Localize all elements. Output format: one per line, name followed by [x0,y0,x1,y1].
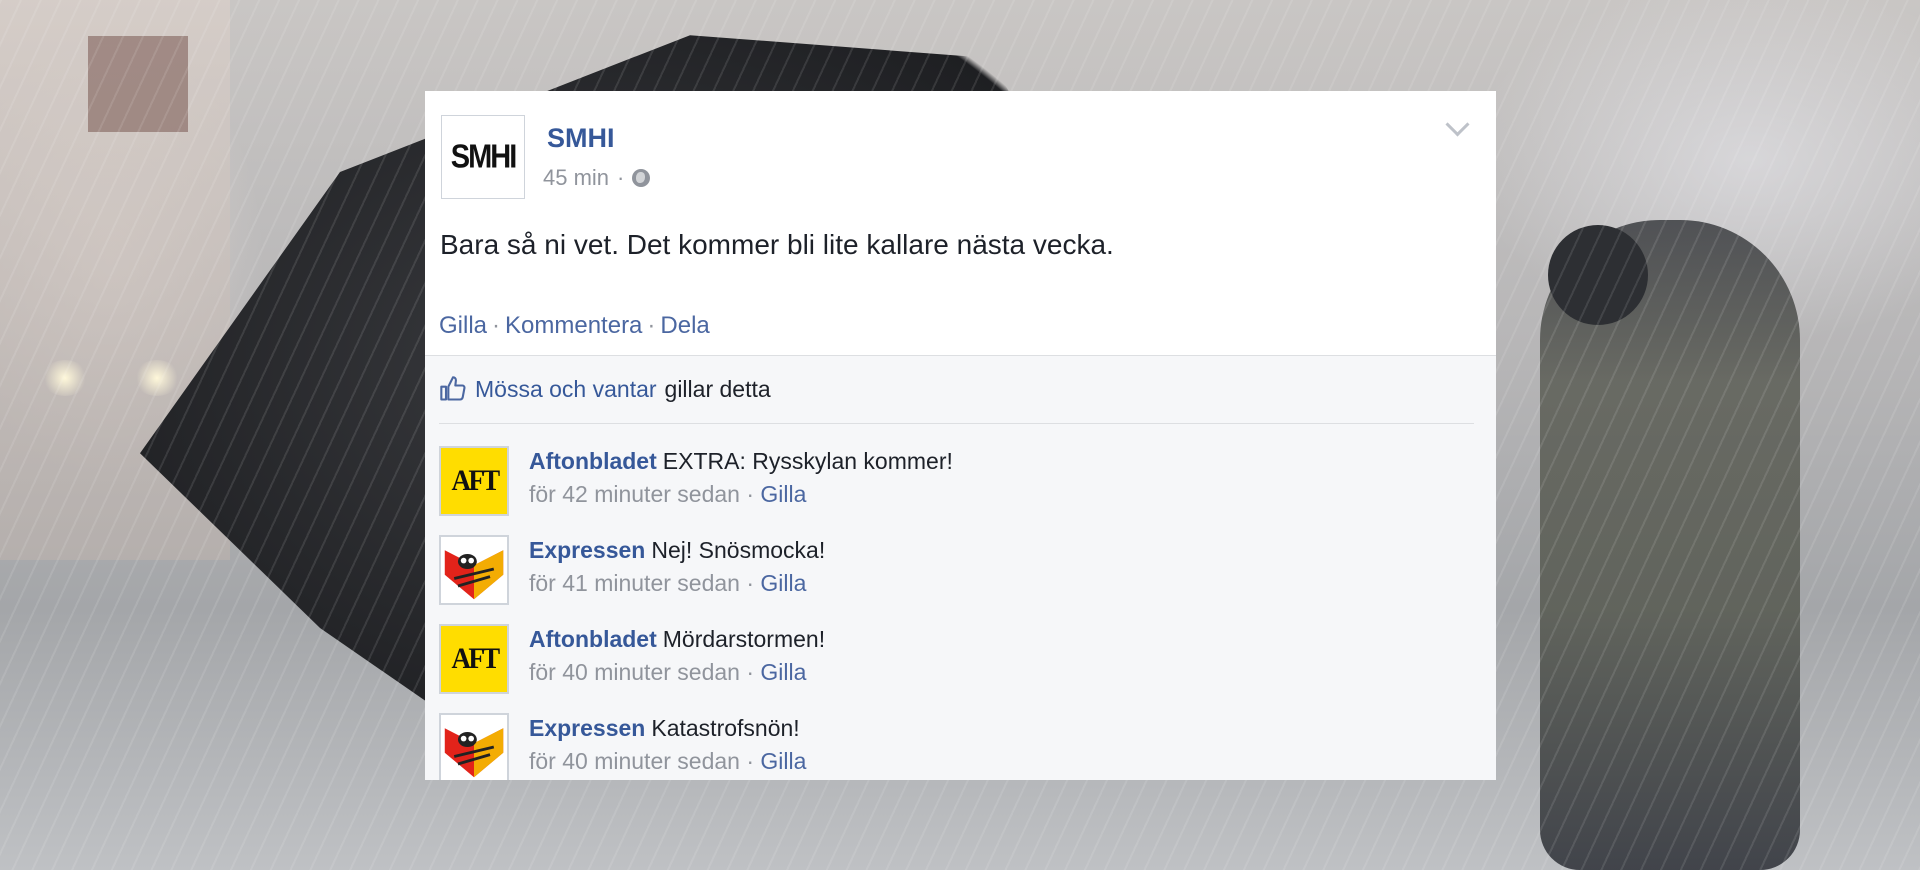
comment-link[interactable]: Kommentera [505,312,642,339]
comment-timestamp[interactable]: för 40 minuter sedan [529,659,740,685]
comment-text: EXTRA: Rysskylan kommer! [662,448,953,474]
comment-like-link[interactable]: Gilla [760,481,806,507]
commenter-avatar[interactable]: AFT [439,446,509,516]
action-separator: · [492,312,501,339]
comment-body: Expressen Katastrofsnön! för 40 minuter s… [529,715,807,774]
page-avatar[interactable]: SMHI [441,115,525,199]
comment-timestamp[interactable]: för 41 minuter sedan [529,570,740,596]
comment: AFT Aftonbladet EXTRA: Rysskylan kommer! … [439,446,1439,526]
comment-body: Aftonbladet EXTRA: Rysskylan kommer! för … [529,448,953,507]
comment-text: Katastrofsnön! [651,715,800,741]
chevron-down-icon[interactable] [1445,112,1470,137]
page-avatar-logo-text: SMHI [450,138,517,175]
action-separator: · [647,312,656,339]
commenter-avatar[interactable] [439,713,509,780]
expressen-logo-icon [444,550,504,600]
comment-text: Mördarstormen! [662,626,826,652]
likes-suffix: gillar detta [664,375,771,402]
post-meta: 45 min · [543,165,651,191]
comment-author-link[interactable]: Expressen [529,715,645,741]
aftonbladet-logo-text: AFT [451,642,500,675]
like-link[interactable]: Gilla [439,312,487,339]
post-timestamp[interactable]: 45 min [543,165,609,191]
comment-body: Aftonbladet Mördarstormen! för 40 minuter… [529,626,826,685]
liker-name-link[interactable]: Mössa och vantar [475,376,657,403]
comment-author-link[interactable]: Aftonbladet [529,626,657,652]
facebook-post-card: SMHI SMHI 45 min · Bara så ni vet. Det k… [425,91,1496,780]
divider [439,423,1474,424]
meta-separator: · [617,165,625,190]
thumbs-up-icon [440,376,466,401]
comment: Expressen Nej! Snösmocka! för 41 minuter … [439,535,1439,615]
commenter-avatar[interactable]: AFT [439,624,509,694]
comment-author-link[interactable]: Aftonbladet [529,448,657,474]
comment-like-link[interactable]: Gilla [760,748,806,774]
post-actions: Gilla · Kommentera · Dela [439,312,710,340]
page-name-link[interactable]: SMHI [547,123,615,154]
comment-like-link[interactable]: Gilla [760,570,806,596]
post-text: Bara så ni vet. Det kommer bli lite kall… [440,229,1114,260]
comment-author-link[interactable]: Expressen [529,537,645,563]
aftonbladet-logo-text: AFT [451,464,500,497]
post-header: SMHI [441,115,525,199]
commenter-avatar[interactable] [439,535,509,605]
comment: AFT Aftonbladet Mördarstormen! för 40 min… [439,624,1439,704]
globe-icon [632,169,651,187]
comment-timestamp[interactable]: för 42 minuter sedan [529,481,740,507]
share-link[interactable]: Dela [660,312,709,339]
comment-body: Expressen Nej! Snösmocka! för 41 minuter … [529,537,826,596]
expressen-logo-icon [444,728,504,778]
likes-summary: Mössa och vantar gillar detta [439,375,771,403]
comment-like-link[interactable]: Gilla [760,659,806,685]
feedback-section: Mössa och vantar gillar detta AFT Aftonb… [425,355,1496,780]
comment: Expressen Katastrofsnön! för 40 minuter s… [439,713,1439,780]
comment-text: Nej! Snösmocka! [651,537,826,563]
comment-timestamp[interactable]: för 40 minuter sedan [529,748,740,774]
